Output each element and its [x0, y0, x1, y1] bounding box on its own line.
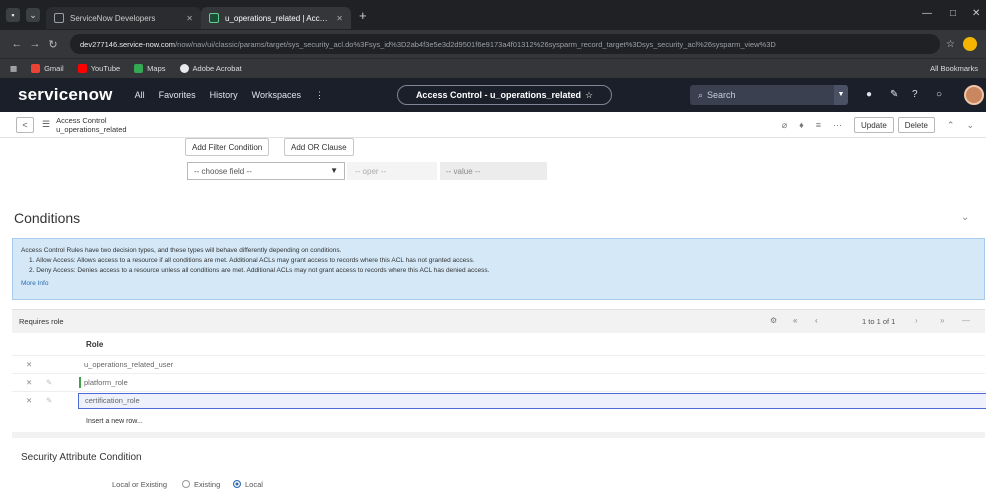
- activity-icon[interactable]: ♦: [799, 120, 804, 130]
- conditions-info-box: Access Control Rules have two decision t…: [12, 238, 985, 300]
- form-header: < ☰ Access Control u_operations_related …: [0, 112, 986, 138]
- edit-icon[interactable]: ✎: [46, 378, 52, 387]
- role-edit-input[interactable]: certification_role: [78, 392, 986, 409]
- chevron-down-icon: ▼: [330, 166, 338, 175]
- nav-all[interactable]: All: [135, 90, 145, 100]
- requires-role-header: Requires role: [12, 309, 985, 333]
- form-toolbar: ⌀ ♦ ≡ ⋯ Update Delete ⌃ ⌄: [782, 117, 986, 133]
- help-icon[interactable]: ?: [912, 89, 918, 100]
- reload-icon[interactable]: ↻: [44, 38, 62, 51]
- nav-history[interactable]: History: [210, 90, 238, 100]
- close-icon[interactable]: ✕: [336, 14, 343, 23]
- browser-tab-bar: ▪ ⌄ ServiceNow Developers ✕ u_operations…: [0, 0, 986, 30]
- apps-icon[interactable]: ▦: [10, 64, 17, 73]
- add-filter-condition-button[interactable]: Add Filter Condition: [185, 138, 270, 156]
- nav-workspaces[interactable]: Workspaces: [252, 90, 301, 100]
- radio-existing[interactable]: [182, 480, 190, 488]
- table-row[interactable]: ✕ ✎ certification_role: [12, 391, 986, 409]
- maps-icon: [134, 64, 144, 73]
- bookmark-youtube[interactable]: YouTube: [77, 64, 120, 73]
- all-bookmarks[interactable]: All Bookmarks: [930, 64, 978, 73]
- search-scope-dropdown[interactable]: ▼: [834, 85, 848, 105]
- form-menu-icon[interactable]: ☰: [42, 119, 50, 130]
- new-tab-icon[interactable]: +: [359, 8, 367, 23]
- choose-field-select[interactable]: -- choose field -- ▼: [187, 162, 345, 180]
- more-menu-icon[interactable]: ⋮: [315, 90, 324, 101]
- scope-globe-icon[interactable]: ●: [866, 89, 872, 100]
- next-page-icon[interactable]: ›: [915, 316, 918, 325]
- attachment-icon[interactable]: ⌀: [782, 120, 787, 131]
- more-info-link[interactable]: More Info: [21, 279, 976, 289]
- notifications-icon[interactable]: ○: [936, 89, 942, 100]
- role-column-header[interactable]: Role: [86, 340, 103, 349]
- first-page-icon[interactable]: «: [793, 316, 797, 325]
- delete-row-icon[interactable]: ✕: [26, 360, 32, 369]
- close-window-icon[interactable]: ✕: [972, 8, 980, 19]
- window-menu-icon[interactable]: ▪: [6, 8, 20, 22]
- update-button[interactable]: Update: [853, 117, 894, 133]
- tab-search-icon[interactable]: ⌄: [26, 8, 40, 22]
- bookmark-star-icon[interactable]: ☆: [946, 39, 955, 50]
- maximize-icon[interactable]: □: [950, 8, 956, 19]
- delete-button[interactable]: Delete: [897, 117, 935, 133]
- back-button[interactable]: <: [16, 116, 34, 133]
- servicenow-header: servicenow All Favorites History Workspa…: [0, 78, 986, 112]
- bookmark-maps[interactable]: Maps: [134, 64, 166, 73]
- search-icon: ⌕: [698, 89, 704, 100]
- favorite-star-icon[interactable]: ☆: [585, 90, 593, 101]
- browser-tab-developers[interactable]: ServiceNow Developers ✕: [46, 7, 201, 29]
- chat-icon[interactable]: ✎: [890, 89, 898, 100]
- address-bar[interactable]: dev277146.service-now.com /now/nav/ui/cl…: [70, 34, 940, 54]
- minimize-icon[interactable]: —: [922, 8, 932, 19]
- section-divider: [12, 432, 985, 438]
- chevron-down-icon[interactable]: ⌄: [961, 212, 969, 223]
- collapse-icon[interactable]: —: [962, 316, 970, 325]
- table-row[interactable]: ✕ u_operations_related_user: [12, 355, 985, 373]
- profile-avatar[interactable]: [962, 37, 977, 51]
- local-or-existing-label: Local or Existing: [112, 480, 168, 489]
- record-heading: Access Control u_operations_related: [56, 115, 127, 134]
- previous-page-icon[interactable]: ‹: [815, 316, 818, 325]
- delete-row-icon[interactable]: ✕: [26, 396, 32, 405]
- forward-icon[interactable]: →: [26, 38, 44, 50]
- context-title-pill[interactable]: Access Control - u_operations_related ☆: [397, 85, 612, 105]
- browser-tab-access-control[interactable]: u_operations_related | Access C ✕: [201, 7, 351, 29]
- browser-toolbar: ← → ↻ dev277146.service-now.com /now/nav…: [0, 30, 986, 58]
- scroll-down-icon[interactable]: ⌄: [966, 120, 974, 131]
- nav-favorites[interactable]: Favorites: [159, 90, 196, 100]
- scroll-up-icon[interactable]: ⌃: [947, 120, 955, 131]
- changed-marker: [79, 377, 81, 388]
- close-icon[interactable]: ✕: [186, 14, 193, 23]
- edit-icon[interactable]: ✎: [46, 396, 52, 405]
- back-icon[interactable]: ←: [8, 38, 26, 50]
- gmail-icon: [31, 64, 41, 73]
- conditions-heading: Conditions: [14, 210, 81, 226]
- global-search-input[interactable]: ⌕ Search ▼: [690, 85, 848, 105]
- youtube-icon: [77, 64, 87, 73]
- settings-icon[interactable]: ≡: [816, 120, 821, 130]
- user-avatar[interactable]: [964, 85, 984, 105]
- servicenow-favicon-icon: [54, 13, 64, 23]
- bookmarks-bar: ▦ Gmail YouTube Maps Adobe Acrobat All B…: [0, 58, 986, 78]
- table-row[interactable]: ✕ ✎ platform_role: [12, 373, 985, 391]
- more-options-icon[interactable]: ⋯: [833, 120, 842, 131]
- list-settings-icon[interactable]: ⚙: [770, 316, 777, 325]
- adobe-icon: [179, 64, 189, 73]
- bookmark-adobe[interactable]: Adobe Acrobat: [179, 64, 242, 73]
- pager-text: 1 to 1 of 1: [862, 317, 896, 326]
- bookmark-gmail[interactable]: Gmail: [31, 64, 64, 73]
- insert-new-row[interactable]: Insert a new row...: [86, 418, 143, 425]
- operator-select[interactable]: -- oper --: [347, 162, 437, 180]
- security-attribute-heading: Security Attribute Condition: [21, 452, 142, 463]
- last-page-icon[interactable]: »: [940, 316, 944, 325]
- delete-row-icon[interactable]: ✕: [26, 378, 32, 387]
- value-input[interactable]: -- value --: [440, 162, 547, 180]
- add-or-clause-button[interactable]: Add OR Clause: [284, 138, 354, 156]
- servicenow-logo[interactable]: servicenow: [18, 85, 113, 105]
- servicenow-favicon-icon: [209, 13, 219, 23]
- radio-local[interactable]: [233, 480, 241, 488]
